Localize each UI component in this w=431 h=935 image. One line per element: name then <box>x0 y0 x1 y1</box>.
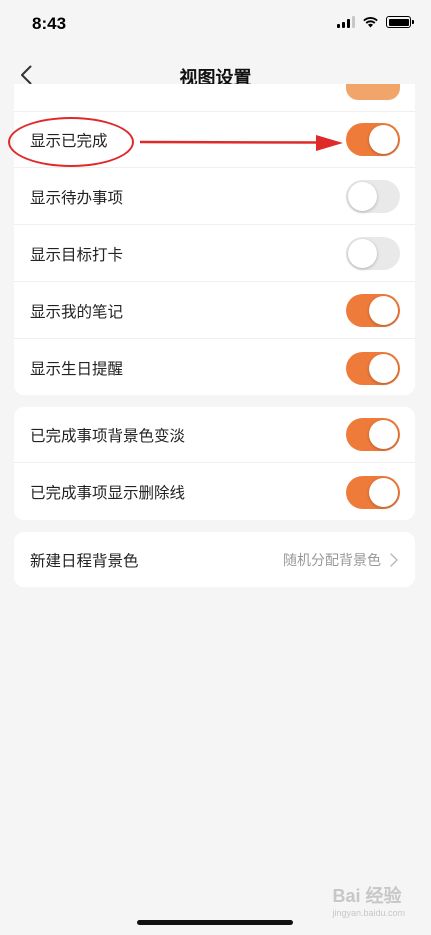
cellular-signal-icon <box>337 16 355 28</box>
watermark-url: jingyan.baidu.com <box>332 908 405 918</box>
row-value: 随机分配背景色 <box>283 553 381 569</box>
watermark-brand: Bai 经验 <box>332 886 402 906</box>
row-label: 显示已完成 <box>30 131 108 150</box>
settings-row-strikethrough-completed: 已完成事项显示删除线 <box>14 464 415 520</box>
chevron-right-icon <box>387 553 401 567</box>
settings-row-show-completed: 显示已完成 <box>14 112 415 168</box>
status-bar: 8:43 <box>0 0 431 50</box>
toggle-fade-completed[interactable] <box>346 418 400 451</box>
toggle-show-completed[interactable] <box>346 123 400 156</box>
settings-row-show-goal-checkin: 显示目标打卡 <box>14 226 415 282</box>
row-label: 显示生日提醒 <box>30 360 124 378</box>
settings-card-schedule-bg: 新建日程背景色 随机分配背景色 <box>14 532 415 587</box>
toggle-partial[interactable] <box>346 84 400 100</box>
row-label: 显示我的笔记 <box>30 302 124 321</box>
settings-card-display: 显示已完成 显示待办事项 显示目标打卡 显示我的笔记 显示生日提醒 <box>14 84 415 395</box>
row-label: 新建日程背景色 <box>30 552 139 570</box>
toggle-show-birthday[interactable] <box>346 351 400 385</box>
battery-icon <box>386 16 414 28</box>
settings-row-fade-completed: 已完成事项背景色变淡 <box>14 407 415 463</box>
status-time: 8:43 <box>32 14 67 33</box>
row-label: 显示目标打卡 <box>30 245 124 264</box>
watermark-logo: Bai 经验 jingyan.baidu.com <box>332 882 405 918</box>
toggle-strikethrough-completed[interactable] <box>346 475 400 509</box>
settings-row-show-todo: 显示待办事项 <box>14 169 415 225</box>
toggle-show-notes[interactable] <box>346 294 400 327</box>
settings-row-show-notes: 显示我的笔记 <box>14 283 415 339</box>
toggle-show-goal-checkin[interactable] <box>346 237 400 270</box>
status-icons <box>337 16 414 28</box>
settings-row-schedule-bg[interactable]: 新建日程背景色 随机分配背景色 <box>14 532 415 587</box>
row-label: 显示待办事项 <box>30 188 124 207</box>
toggle-show-todo[interactable] <box>346 180 400 213</box>
settings-row-show-birthday: 显示生日提醒 <box>14 340 415 395</box>
settings-card-completed-style: 已完成事项背景色变淡 已完成事项显示删除线 <box>14 407 415 520</box>
row-label: 已完成事项背景色变淡 <box>30 426 186 445</box>
wifi-icon <box>363 17 378 28</box>
row-label: 已完成事项显示删除线 <box>30 484 186 502</box>
scrolled-row-partial <box>14 84 415 112</box>
home-indicator <box>137 920 293 925</box>
